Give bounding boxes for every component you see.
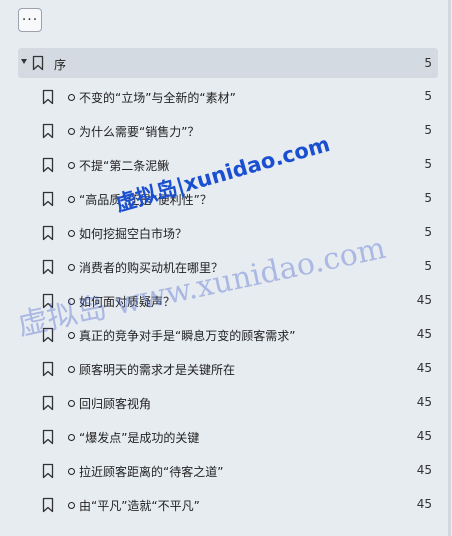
toc-item-text: “爆发点”是成功的关键 [79,431,200,445]
toc-item-text: 由“平凡”造就“不平凡” [79,499,200,513]
toc-page-number: 45 [416,395,432,409]
toc-item-title: 拉近顾客距离的“待客之道” [68,463,223,480]
chevron-down-icon[interactable] [21,59,27,64]
toc-section-header[interactable]: 序 5 [18,48,438,78]
bullet-icon [68,400,75,407]
toc-item-text: 拉近顾客距离的“待客之道” [79,465,224,479]
bullet-icon [68,128,75,135]
ellipsis-icon: ··· [21,12,39,28]
bullet-icon [68,196,75,203]
bookmark-icon[interactable] [42,463,54,479]
toc-page-number: 5 [424,225,432,239]
toc-section-title: 序 [54,58,67,72]
toc-item-title: 不变的“立场”与全新的“素材” [68,89,236,106]
toc-item[interactable]: 不变的“立场”与全新的“素材” 5 [18,80,438,114]
bullet-icon [68,162,75,169]
toc-page-number: 5 [424,259,432,273]
toc-item[interactable]: 为什么需要“销售力”？ 5 [18,114,438,148]
toc-item-text: 回归顾客视角 [79,397,152,411]
toc-item-text: 为什么需要“销售力”？ [79,125,200,139]
toc-item-text: 如何挖掘空白市场？ [79,227,188,241]
toc-item-title: 回归顾客视角 [68,395,151,412]
toc-item-title: 由“平凡”造就“不平凡” [68,497,200,514]
toc-page-number: 45 [416,327,432,341]
toc-page-number: 45 [416,429,432,443]
bookmark-icon[interactable] [42,429,54,445]
toc-item-title: 真正的竞争对手是“瞬息万变的顾客需求” [68,327,295,344]
toc-page-number: 5 [424,157,432,171]
bullet-icon [68,264,75,271]
toc-item[interactable]: “爆发点”是成功的关键 45 [18,420,438,454]
toc-item[interactable]: 顾客明天的需求才是关键所在 45 [18,352,438,386]
bullet-icon [68,366,75,373]
toc-panel: ··· 序 5 不变的“立场”与全新的“素材” 5 为什么需要“销售力”？ 5 不提“第… [0,0,451,536]
toc-page-number: 45 [416,463,432,477]
bullet-icon [68,434,75,441]
toc-page-number: 5 [424,123,432,137]
toc-item[interactable]: 由“平凡”造就“不平凡” 45 [18,488,438,522]
toc-item-title: 为什么需要“销售力”？ [68,123,199,140]
toc-item-text: 不变的“立场”与全新的“素材” [79,91,236,105]
bullet-icon [68,94,75,101]
toc-item-text: 顾客明天的需求才是关键所在 [79,363,236,377]
toc-page-number: 5 [424,89,432,103]
toc-page-number: 5 [424,191,432,205]
bookmark-icon[interactable] [32,55,44,71]
bullet-icon [68,230,75,237]
bookmark-icon[interactable] [42,497,54,513]
toc-item-text: 不提“第二条泥鳅 [79,159,170,173]
toc-item[interactable]: 拉近顾客距离的“待客之道” 45 [18,454,438,488]
bookmark-icon[interactable] [42,395,54,411]
bookmark-icon[interactable] [42,225,54,241]
toc-item-title: 不提“第二条泥鳅 [68,157,169,174]
bullet-icon [68,468,75,475]
toc-item[interactable]: “高品质”还是“便利性”？ 5 [18,182,438,216]
toc-page-number: 5 [424,56,432,70]
toc-item-title: 顾客明天的需求才是关键所在 [68,361,235,378]
toc-item-title: “爆发点”是成功的关键 [68,429,199,446]
toc-item[interactable]: 回归顾客视角 45 [18,386,438,420]
bookmark-icon[interactable] [42,157,54,173]
bookmark-icon[interactable] [42,361,54,377]
bookmark-icon[interactable] [42,123,54,139]
toc-page-number: 45 [416,361,432,375]
toc-item-text: 真正的竞争对手是“瞬息万变的顾客需求” [79,329,296,343]
bookmark-icon[interactable] [42,89,54,105]
toc-page-number: 45 [416,497,432,511]
more-menu-button[interactable]: ··· [18,8,42,32]
bullet-icon [68,502,75,509]
bookmark-icon[interactable] [42,259,54,275]
toc-item-title: 如何挖掘空白市场？ [68,225,187,242]
toc-page-number: 45 [416,293,432,307]
bookmark-icon[interactable] [42,191,54,207]
